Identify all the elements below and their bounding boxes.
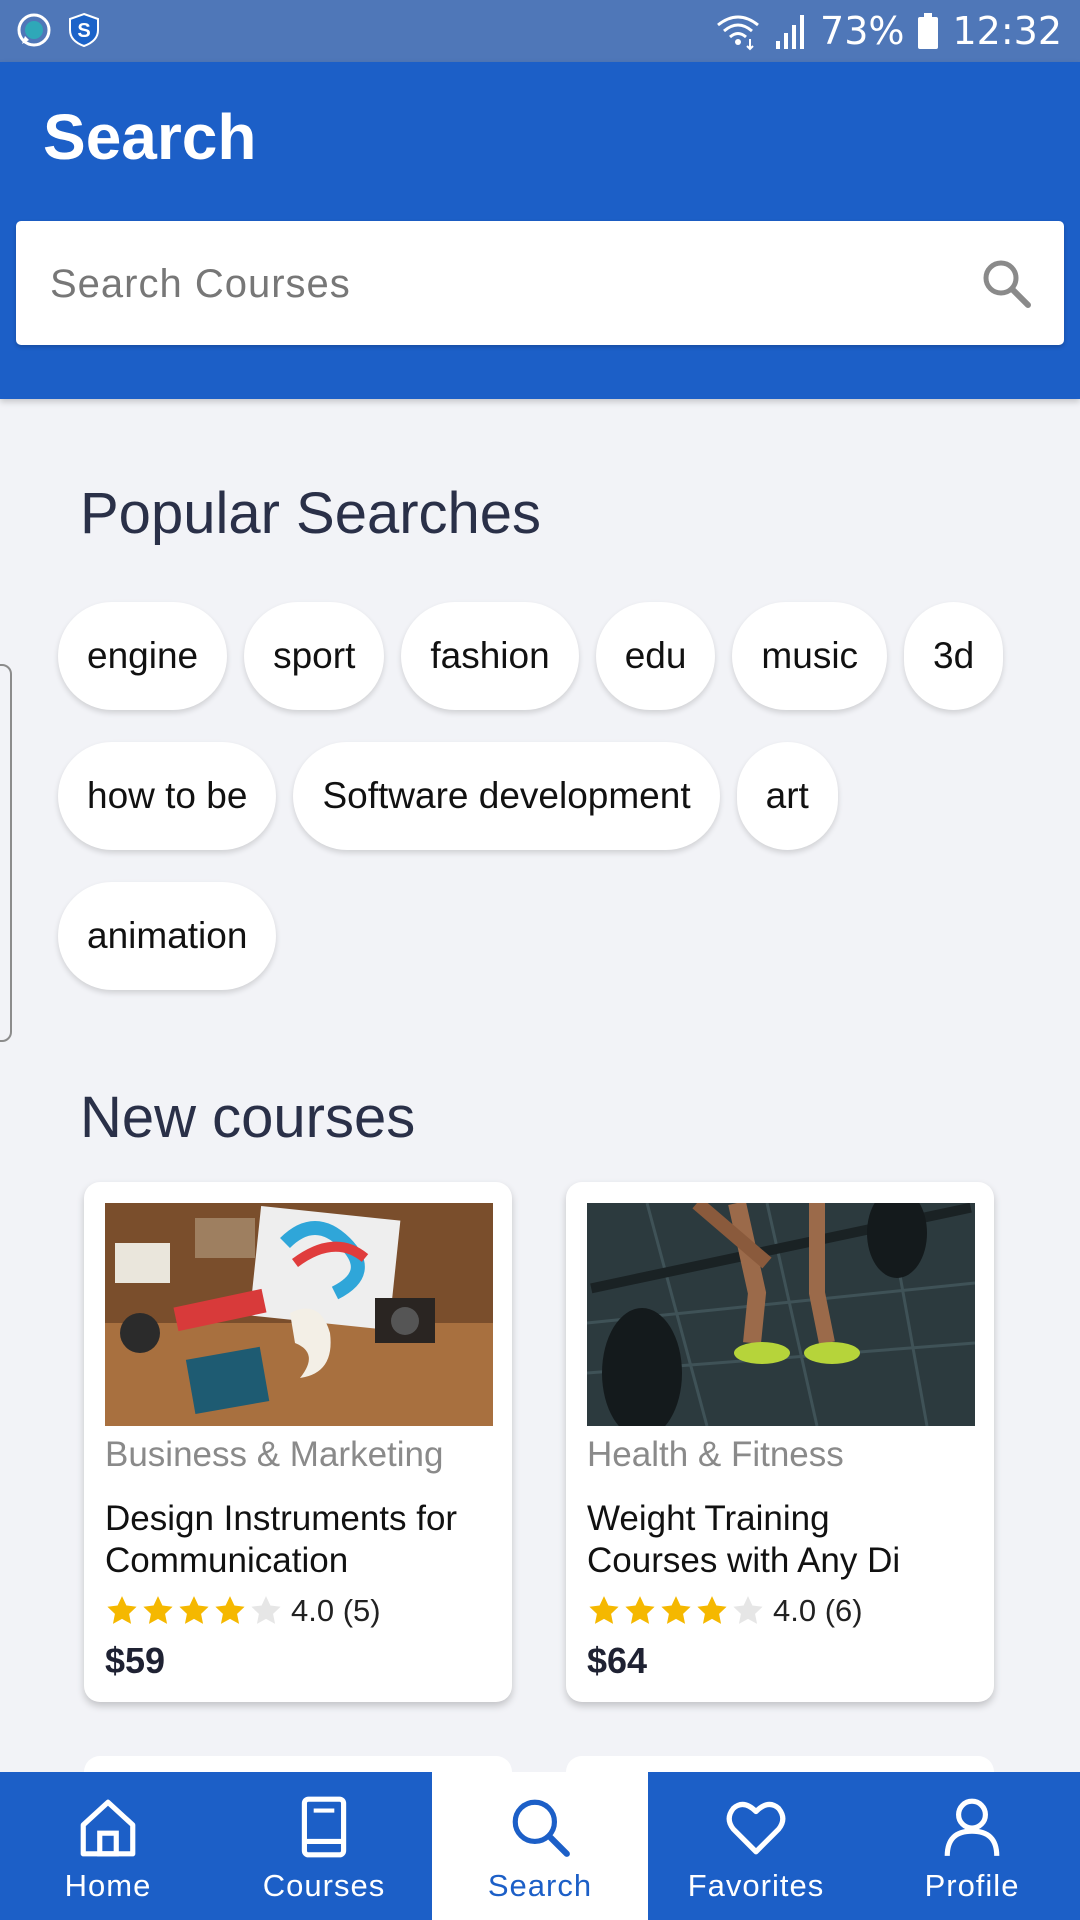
nav-favorites[interactable]: Favorites: [648, 1772, 864, 1920]
search-icon[interactable]: [978, 255, 1034, 311]
nav-profile[interactable]: Profile: [864, 1772, 1080, 1920]
user-icon: [944, 1798, 1000, 1856]
shield-app-icon: S: [69, 12, 99, 48]
course-rating: 4.0 (5): [105, 1593, 381, 1629]
page-title: Search: [43, 101, 257, 173]
course-title-line: Weight Training: [587, 1499, 830, 1538]
star-empty-icon: [251, 1596, 281, 1624]
course-card[interactable]: Health & Fitness Weight Training Courses…: [566, 1182, 994, 1702]
star-icon: [215, 1596, 245, 1624]
rating-text: 4.0 (6): [773, 1593, 863, 1628]
nav-courses[interactable]: Courses: [216, 1772, 432, 1920]
nav-label: Search: [487, 1868, 593, 1903]
search-chip[interactable]: animation: [58, 882, 277, 990]
course-card[interactable]: Business & Marketing Design Instruments …: [84, 1182, 512, 1702]
star-icon: [179, 1596, 209, 1624]
search-chip[interactable]: fashion: [401, 602, 579, 710]
search-chip[interactable]: music: [732, 602, 888, 710]
search-chip[interactable]: art: [736, 742, 838, 850]
whatsapp-icon: [17, 13, 51, 47]
chip-row: how to be Software development art: [58, 742, 1018, 850]
book-icon: [301, 1796, 347, 1858]
svg-text:S: S: [77, 20, 90, 42]
new-courses-title: New courses: [80, 1085, 416, 1150]
star-empty-icon: [733, 1596, 763, 1624]
battery-icon: [918, 13, 939, 49]
app-header: Search: [0, 62, 1080, 399]
course-rating: 4.0 (6): [587, 1593, 863, 1629]
signal-icon: [776, 15, 805, 49]
course-title: Design Instruments for Communication: [105, 1498, 500, 1588]
chip-row: animation: [58, 882, 1018, 990]
search-chip[interactable]: sport: [244, 602, 385, 710]
bottom-nav: Home Courses Search Favorites Profile: [0, 1772, 1080, 1920]
course-price: $59: [105, 1640, 166, 1681]
star-icon: [107, 1596, 137, 1624]
nav-label: Favorites: [687, 1868, 825, 1903]
course-title-line: Design Instruments for: [105, 1499, 458, 1538]
popular-search-chips: engine sport fashion edu music 3d how to…: [58, 602, 1018, 1022]
search-chip[interactable]: engine: [58, 602, 228, 710]
search-chip[interactable]: Software development: [293, 742, 720, 850]
nav-search[interactable]: Search: [432, 1772, 648, 1920]
home-icon: [80, 1799, 136, 1857]
nav-label: Home: [64, 1868, 152, 1903]
nav-label: Profile: [924, 1868, 1020, 1903]
course-title: Weight Training Courses with Any Di: [587, 1498, 982, 1588]
star-icon: [697, 1596, 727, 1624]
chip-row: engine sport fashion edu music 3d: [58, 602, 1018, 710]
search-chip[interactable]: how to be: [58, 742, 277, 850]
system-status: 73% 12:32: [714, 8, 1062, 54]
status-bar: S 73% 12:32: [0, 0, 1080, 62]
nav-home[interactable]: Home: [0, 1772, 216, 1920]
wifi-icon: [717, 15, 759, 51]
search-input[interactable]: [48, 245, 952, 323]
notification-icons: S: [16, 12, 102, 48]
star-icon: [589, 1596, 619, 1624]
rating-text: 4.0 (5): [291, 1593, 381, 1628]
star-icon: [625, 1596, 655, 1624]
course-category: Health & Fitness: [587, 1435, 844, 1474]
course-title-line: Communication: [105, 1541, 349, 1580]
heart-icon: [726, 1801, 786, 1855]
course-price: $64: [587, 1640, 648, 1681]
star-icon: [661, 1596, 691, 1624]
course-category: Business & Marketing: [105, 1435, 444, 1474]
nav-label: Courses: [262, 1868, 386, 1903]
search-bar: [16, 221, 1064, 345]
course-thumbnail: [587, 1203, 975, 1426]
side-drawer-handle[interactable]: [0, 664, 12, 1042]
search-chip[interactable]: 3d: [904, 602, 1004, 710]
clock: 12:32: [952, 9, 1062, 53]
search-chip[interactable]: edu: [595, 602, 716, 710]
star-icon: [143, 1596, 173, 1624]
search-icon: [512, 1799, 570, 1857]
battery-percent: 73%: [820, 9, 905, 53]
course-thumbnail: [105, 1203, 493, 1426]
popular-searches-title: Popular Searches: [80, 481, 542, 546]
course-title-line: Courses with Any Di: [587, 1541, 901, 1580]
